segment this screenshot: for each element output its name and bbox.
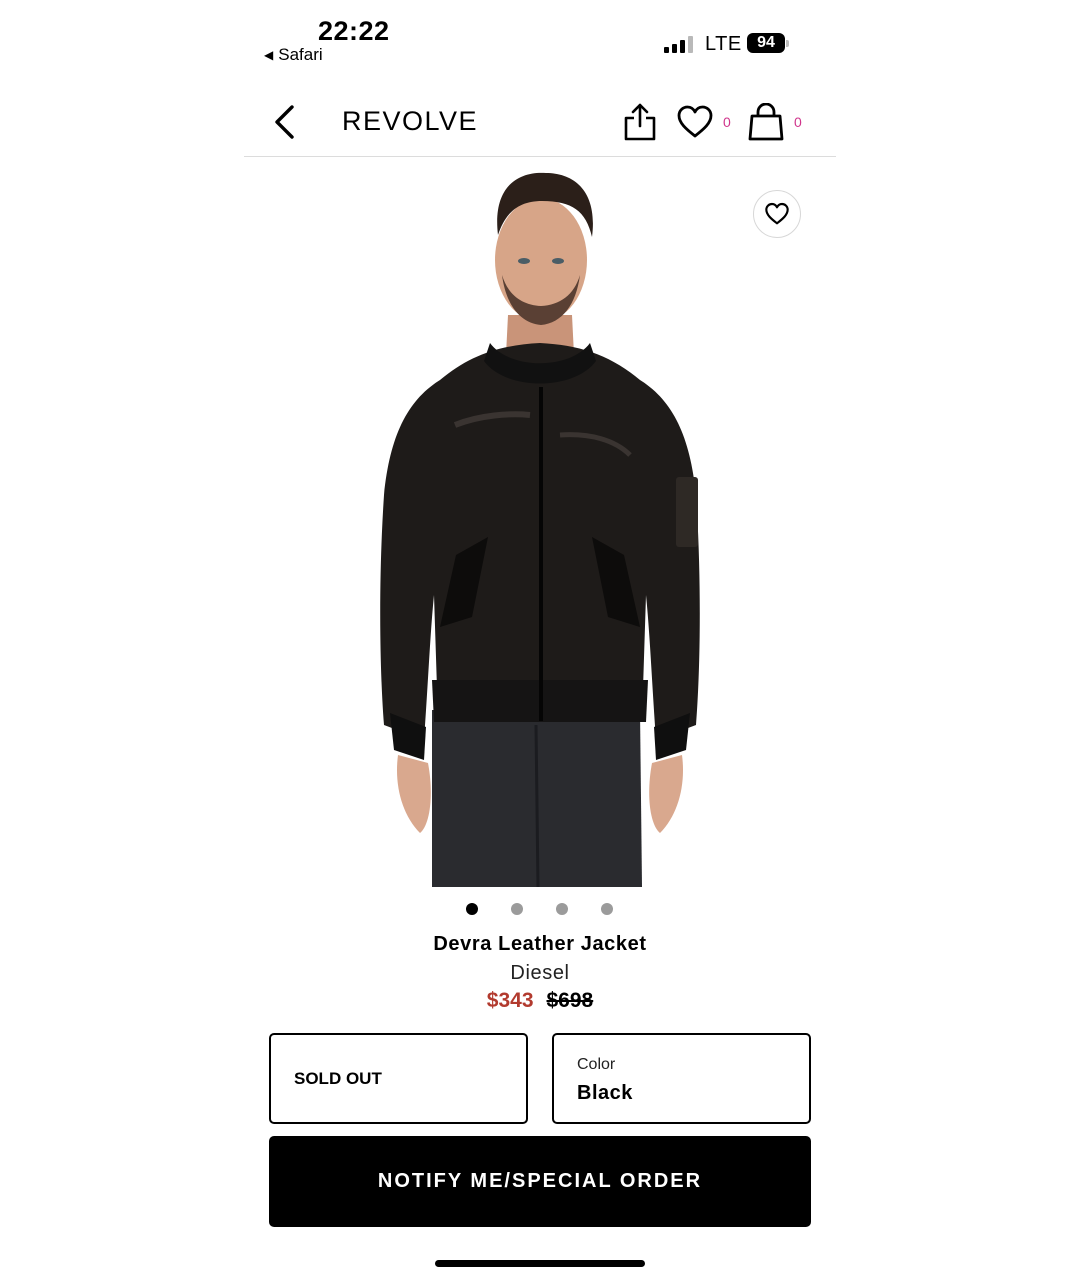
back-to-safari-link[interactable]: ◀ Safari <box>264 45 323 65</box>
add-to-favorites-button[interactable] <box>753 190 801 238</box>
network-type: LTE <box>705 33 742 55</box>
size-selector[interactable]: SOLD OUT <box>269 1033 528 1124</box>
share-icon[interactable] <box>622 102 658 142</box>
color-value: Black <box>577 1082 633 1104</box>
original-price: $698 <box>546 989 594 1012</box>
heart-icon <box>765 202 789 225</box>
status-time: 22:22 <box>318 16 390 46</box>
shopping-bag-icon[interactable] <box>746 102 786 141</box>
color-label: Color <box>577 1056 616 1073</box>
cellular-signal-icon <box>664 35 693 53</box>
home-indicator[interactable] <box>435 1260 645 1267</box>
product-image[interactable] <box>360 165 720 888</box>
carousel-dot[interactable] <box>511 903 523 915</box>
battery-icon: 94 <box>747 33 785 53</box>
sale-price: $343 <box>486 989 534 1012</box>
wishlist-count: 0 <box>723 114 731 130</box>
bag-count: 0 <box>794 114 802 130</box>
back-app-label: Safari <box>278 45 323 64</box>
battery-level: 94 <box>757 34 775 51</box>
notify-me-special-order-button[interactable]: NOTIFY ME/SPECIAL ORDER <box>269 1136 811 1227</box>
back-triangle-icon: ◀ <box>264 48 274 62</box>
product-brand-link[interactable]: Diesel <box>0 962 1080 985</box>
carousel-dot[interactable] <box>601 903 613 915</box>
revolve-logo[interactable]: REVOLVE <box>342 106 478 137</box>
carousel-dot[interactable] <box>466 903 478 915</box>
carousel-dot[interactable] <box>556 903 568 915</box>
image-carousel-dots <box>466 903 613 915</box>
size-status: SOLD OUT <box>294 1069 382 1088</box>
color-selector[interactable]: Color Black <box>552 1033 811 1124</box>
product-name: Devra Leather Jacket <box>433 933 647 955</box>
header-divider <box>244 156 836 157</box>
back-chevron-icon[interactable] <box>268 102 304 142</box>
battery-tip <box>786 40 789 47</box>
wishlist-heart-icon[interactable] <box>676 104 714 140</box>
price-row: $343 $698 <box>0 989 1080 1013</box>
